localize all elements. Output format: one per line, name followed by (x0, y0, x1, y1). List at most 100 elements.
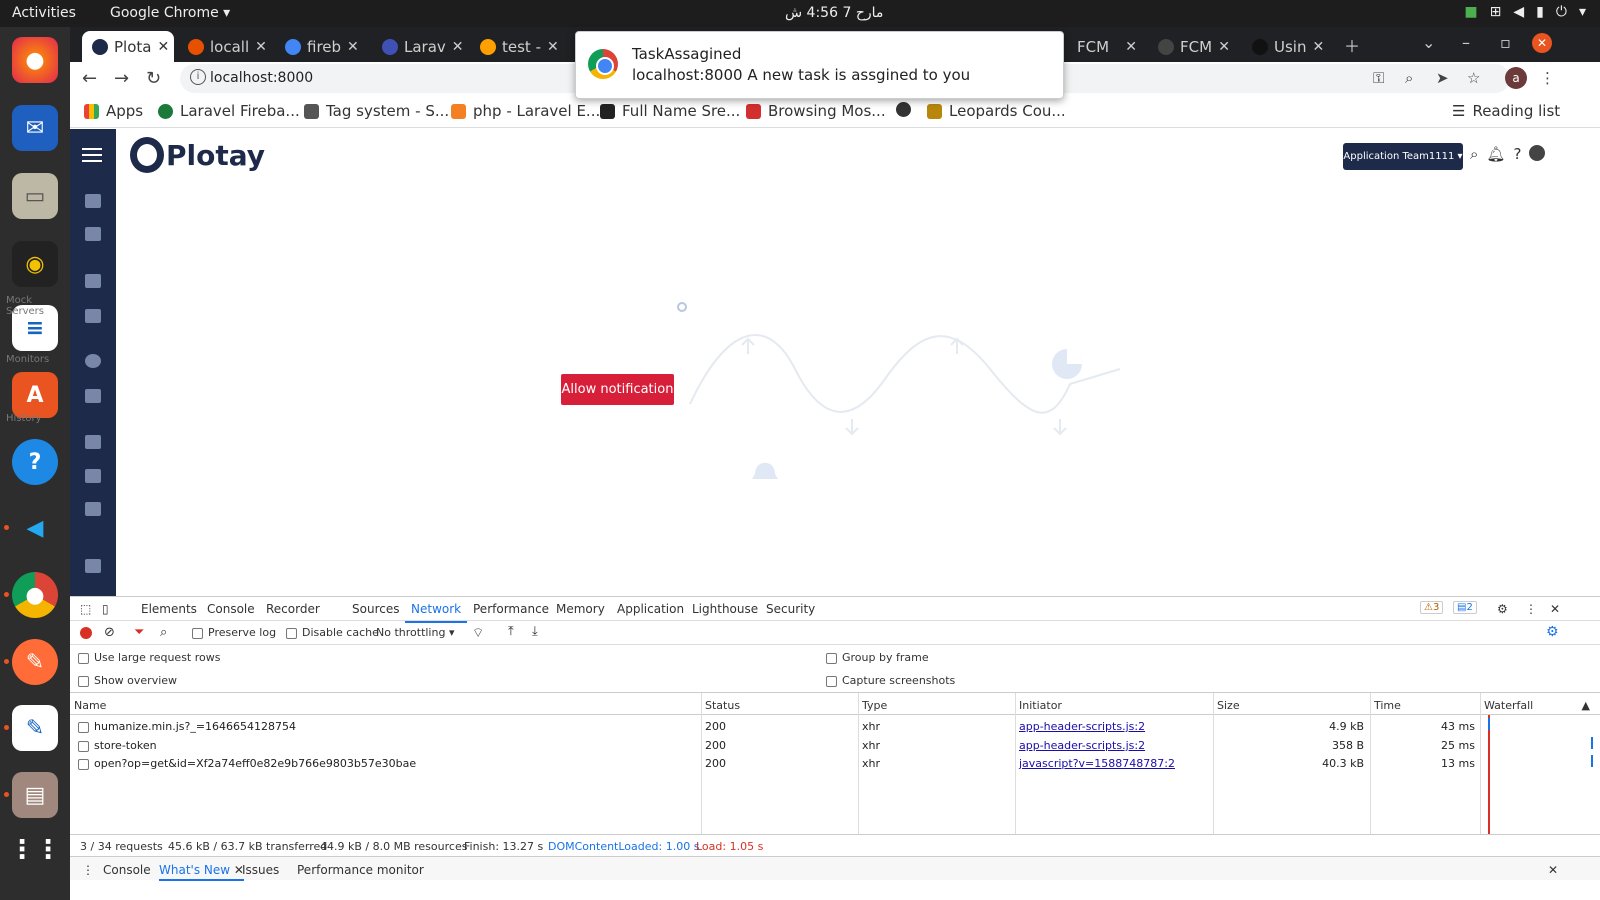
bookmark-apps[interactable]: Apps (84, 102, 143, 120)
column-initiator[interactable]: Initiator (1015, 693, 1213, 715)
minimize-icon[interactable]: – (1462, 33, 1470, 52)
warnings-badge[interactable]: ⚠3 (1420, 601, 1444, 614)
help-icon[interactable]: ? (1513, 145, 1521, 163)
new-tab-icon[interactable]: ＋ (1344, 33, 1360, 57)
close-icon[interactable]: ✕ (547, 39, 559, 55)
disable-cache-checkbox[interactable]: Disable cache (286, 626, 379, 639)
tab-performance[interactable]: Performance (473, 602, 549, 616)
more-icon[interactable]: ⋮ (1525, 602, 1537, 616)
drawer-menu-icon[interactable]: ⋮ (82, 863, 94, 877)
row-initiator[interactable]: app-header-scripts.js:2 (1019, 720, 1145, 733)
tab-fcm-1[interactable]: FCM ✕ (1067, 31, 1147, 62)
gear-icon[interactable]: ⚙ (1497, 602, 1508, 616)
tab-firebase[interactable]: fireb ✕ (275, 31, 367, 62)
close-icon[interactable]: ✕ (1125, 39, 1137, 55)
tab-test[interactable]: test - ✕ (470, 31, 562, 62)
briefcase-icon[interactable] (85, 309, 101, 323)
column-name[interactable]: Name (70, 693, 701, 715)
rhythmbox-icon[interactable]: ◉ (12, 241, 58, 287)
column-waterfall[interactable]: Waterfall ▲ (1480, 693, 1600, 715)
files-icon[interactable]: ▭ (12, 173, 58, 219)
forward-icon[interactable]: → (114, 68, 129, 89)
maximize-icon[interactable]: ▫ (1500, 33, 1511, 52)
bookmark-browsing[interactable]: Browsing Mos... (746, 102, 886, 120)
record-icon[interactable] (80, 627, 92, 639)
drawer-tab-console[interactable]: Console (103, 863, 151, 877)
column-time[interactable]: Time (1370, 693, 1480, 715)
close-icon[interactable]: ✕ (1548, 863, 1558, 877)
reading-list[interactable]: ☰ Reading list (1452, 102, 1560, 120)
clear-icon[interactable]: ⊘ (104, 625, 115, 640)
device-toolbar-icon[interactable]: ▯ (102, 602, 109, 616)
import-icon[interactable]: ⤒ (508, 624, 514, 639)
tab-elements[interactable]: Elements (141, 602, 197, 616)
postman-icon[interactable]: ✎ (12, 639, 58, 685)
show-apps-icon[interactable]: ⋮⋮ (9, 827, 61, 873)
close-window-icon[interactable]: ✕ (1532, 33, 1552, 53)
row-name[interactable]: open?op=get&id=Xf2a74eff0e82e9b766e9803b… (78, 757, 416, 770)
allow-notification-button[interactable]: Allow notification (561, 374, 674, 405)
team-icon[interactable] (85, 389, 101, 403)
help-icon[interactable]: ? (12, 439, 58, 485)
tab-memory[interactable]: Memory (556, 602, 605, 616)
desktop-notification[interactable]: TaskAssagined localhost:8000 A new task … (575, 31, 1064, 99)
clock[interactable]: مارح 7 4:56 ش (785, 5, 883, 21)
tab-security[interactable]: Security (766, 602, 815, 616)
filter-icon[interactable]: ⏷ (134, 625, 144, 640)
thunderbird-icon[interactable]: ✉ (12, 105, 58, 151)
bookmark-globe[interactable] (896, 102, 911, 117)
back-icon[interactable]: ← (82, 68, 97, 89)
system-tray[interactable]: ■ ⊞ ◀ ▮ ⏻ ▾ (1464, 4, 1586, 20)
reload-icon[interactable]: ↻ (146, 68, 161, 89)
activities-button[interactable]: Activities (12, 5, 76, 21)
url-text[interactable]: localhost:8000 (210, 70, 313, 86)
chart-icon[interactable] (85, 559, 101, 573)
column-size[interactable]: Size (1213, 693, 1370, 715)
preserve-log-checkbox[interactable]: Preserve log (192, 626, 276, 639)
avatar[interactable]: a (1505, 67, 1527, 89)
tab-plotay[interactable]: Plota ✕ (82, 31, 174, 62)
text-editor-icon[interactable]: ✎ (12, 705, 58, 751)
close-icon[interactable]: ✕ (347, 39, 359, 55)
search-icon[interactable]: ⌕ (1470, 145, 1478, 163)
row-name[interactable]: humanize.min.js?_=1646654128754 (78, 720, 296, 733)
row-initiator[interactable]: app-header-scripts.js:2 (1019, 739, 1145, 752)
tab-console[interactable]: Console (207, 602, 255, 616)
tab-lighthouse[interactable]: Lighthouse (692, 602, 758, 616)
tab-localhost[interactable]: locall ✕ (178, 31, 270, 62)
tab-using[interactable]: Usin ✕ (1242, 31, 1334, 62)
palette-icon[interactable] (85, 354, 101, 368)
group-by-frame-checkbox[interactable]: Group by frame (826, 651, 929, 664)
close-icon[interactable]: ✕ (157, 39, 169, 55)
vscode-icon[interactable]: ◀ (12, 505, 58, 551)
logo[interactable]: Plotay (130, 137, 265, 173)
software-icon[interactable]: A (12, 372, 58, 418)
drawer-tab-whats-new[interactable]: What's New ✕ (159, 863, 244, 881)
archive-icon[interactable] (85, 469, 101, 483)
zoom-icon[interactable]: ⌕ (1405, 69, 1413, 87)
tab-recorder[interactable]: Recorder (266, 602, 320, 616)
capture-screenshots-checkbox[interactable]: Capture screenshots (826, 674, 955, 687)
tab-fcm-2[interactable]: FCM ✕ (1148, 31, 1240, 62)
chrome-icon[interactable]: ● (12, 572, 58, 618)
tab-search-icon[interactable]: ⌄ (1422, 33, 1435, 52)
star-icon[interactable]: ☆ (1467, 69, 1480, 87)
tab-application[interactable]: Application (617, 602, 684, 616)
close-icon[interactable]: ✕ (452, 39, 464, 55)
close-icon[interactable]: ✕ (1550, 602, 1560, 616)
bookmark-full-name[interactable]: Full Name Sre... (600, 102, 740, 120)
tab-network[interactable]: Network (404, 602, 468, 623)
clipboard-icon[interactable] (85, 194, 101, 208)
close-icon[interactable]: ✕ (1312, 39, 1324, 55)
tab-laravel[interactable]: Larav ✕ (372, 31, 464, 62)
wifi-icon[interactable]: ⌔ (472, 625, 484, 641)
drawer-tab-performance-monitor[interactable]: Performance monitor (297, 863, 424, 877)
close-icon[interactable]: ✕ (255, 39, 267, 55)
firefox-icon[interactable]: ● (12, 37, 58, 83)
key-icon[interactable]: ⚿ (1373, 69, 1384, 87)
close-icon[interactable]: ✕ (1218, 39, 1230, 55)
show-overview-checkbox[interactable]: Show overview (78, 674, 177, 687)
row-name[interactable]: store-token (78, 739, 157, 752)
messages-badge[interactable]: ▤2 (1453, 601, 1477, 614)
archive-icon[interactable]: ▤ (12, 772, 58, 818)
